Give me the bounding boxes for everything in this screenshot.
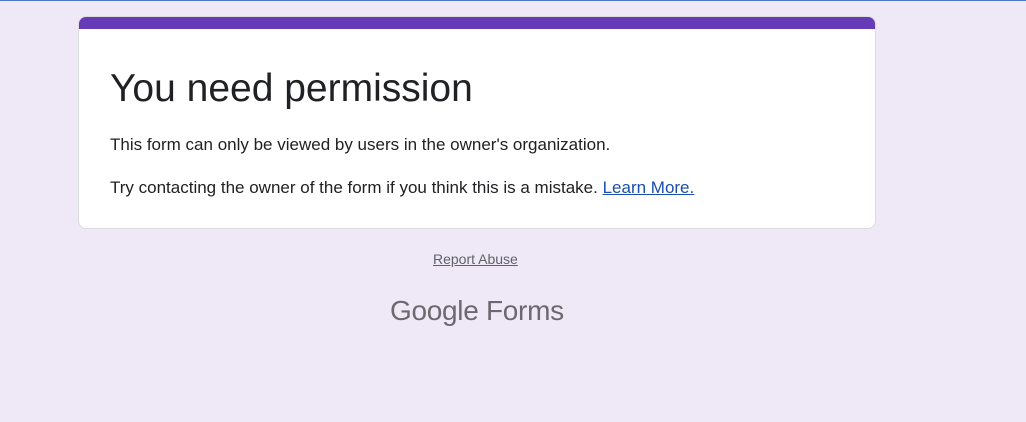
learn-more-link[interactable]: Learn More. [603,178,695,197]
card-accent-bar [79,17,875,29]
contact-owner-message: Try contacting the owner of the form if … [110,177,694,199]
top-border-line [0,0,1026,1]
page-title: You need permission [110,67,473,110]
permission-card: You need permission This form can only b… [78,16,876,229]
permission-message: This form can only be viewed by users in… [110,135,611,154]
contact-owner-text: Try contacting the owner of the form if … [110,178,603,197]
report-abuse-link[interactable]: Report Abuse [433,251,518,267]
google-forms-logo[interactable]: Google Forms [390,293,564,329]
